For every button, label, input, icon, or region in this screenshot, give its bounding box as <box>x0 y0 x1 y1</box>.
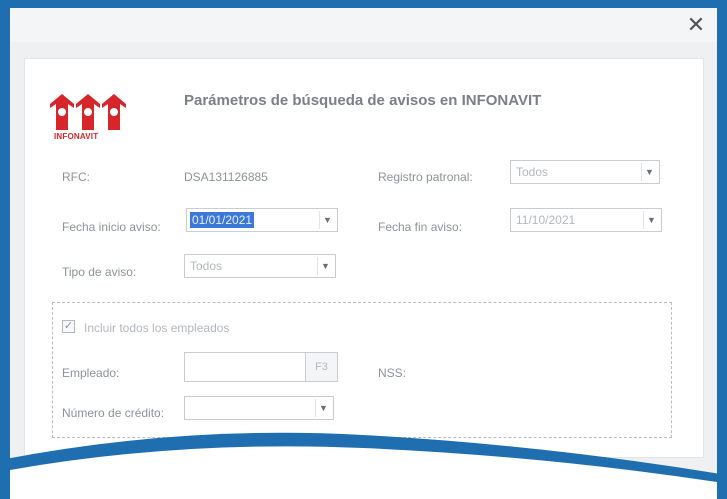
tipo-aviso-value: Todos <box>190 259 223 273</box>
fecha-fin-value: 11/10/2021 <box>516 213 576 227</box>
dialog-title: Parámetros de búsqueda de avisos en INFO… <box>184 92 542 109</box>
chevron-down-icon[interactable]: ▼ <box>315 399 331 417</box>
registro-patronal-label: Registro patronal: <box>378 170 473 184</box>
f3-button[interactable]: F3 <box>305 352 338 382</box>
chevron-down-icon[interactable]: ▼ <box>319 211 335 229</box>
numero-credito-label: Número de crédito: <box>62 406 165 420</box>
empleado-label: Empleado: <box>62 366 120 380</box>
chevron-down-icon[interactable]: ▼ <box>643 211 659 229</box>
fecha-fin-label: Fecha fin aviso: <box>378 220 463 234</box>
logo-text: INFONAVIT <box>54 132 99 141</box>
chevron-down-icon[interactable]: ▼ <box>317 257 333 275</box>
tipo-aviso-select[interactable]: Todos ▼ <box>184 254 336 278</box>
empleado-input[interactable] <box>184 352 306 382</box>
torn-edge-decoration <box>0 432 727 499</box>
tipo-aviso-label: Tipo de aviso: <box>62 265 137 279</box>
fecha-inicio-label: Fecha inicio aviso: <box>62 220 161 234</box>
titlebar: ✕ <box>10 8 717 42</box>
registro-patronal-select[interactable]: Todos ▼ <box>510 160 660 184</box>
fecha-inicio-value: 01/01/2021 <box>190 212 255 228</box>
fecha-inicio-select[interactable]: 01/01/2021 ▼ <box>186 208 338 232</box>
incluir-empleados-label: Incluir todos los empleados <box>84 321 230 335</box>
fecha-fin-select[interactable]: 11/10/2021 ▼ <box>510 208 662 232</box>
rfc-label: RFC: <box>62 170 90 184</box>
incluir-empleados-checkbox[interactable]: ✓ <box>62 320 75 333</box>
registro-patronal-value: Todos <box>516 165 549 179</box>
nss-label: NSS: <box>378 366 407 380</box>
chevron-down-icon[interactable]: ▼ <box>641 163 657 181</box>
rfc-value: DSA131126885 <box>184 170 268 184</box>
close-icon[interactable]: ✕ <box>685 14 707 36</box>
numero-credito-select[interactable]: ▼ <box>184 396 334 420</box>
